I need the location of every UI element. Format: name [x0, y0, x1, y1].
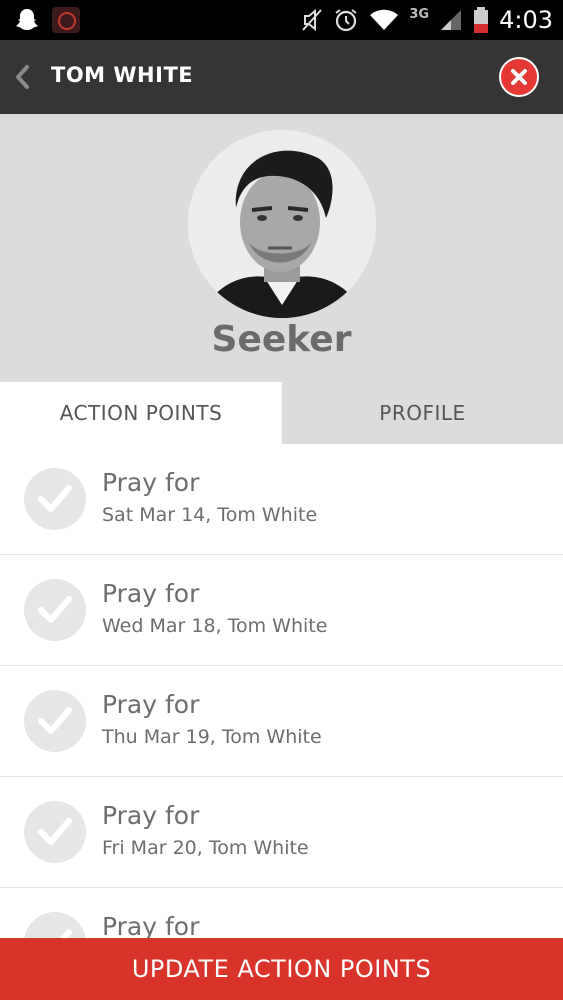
- battery-icon: [474, 7, 489, 33]
- list-item[interactable]: Pray for Sat Mar 14, Tom White: [0, 444, 563, 555]
- item-subtitle: Fri Mar 20, Tom White: [102, 837, 309, 859]
- tab-action-points[interactable]: ACTION POINTS: [0, 382, 282, 444]
- avatar: [188, 130, 376, 318]
- close-button[interactable]: [499, 57, 539, 97]
- tab-profile[interactable]: PROFILE: [282, 382, 563, 444]
- list-item[interactable]: Pray for Wed Mar 18, Tom White: [0, 555, 563, 666]
- chevron-left-icon[interactable]: [12, 64, 32, 90]
- item-title: Pray for: [102, 690, 200, 719]
- app-notification-icon: [52, 7, 80, 33]
- list-item[interactable]: Pray for Fri Mar 20, Tom White: [0, 777, 563, 888]
- check-icon[interactable]: [24, 801, 86, 863]
- check-icon[interactable]: [24, 579, 86, 641]
- network-type-label: 3G: [409, 6, 430, 22]
- item-subtitle: Sat Mar 14, Tom White: [102, 504, 318, 526]
- item-title: Pray for: [102, 468, 200, 497]
- item-subtitle: Thu Mar 19, Tom White: [102, 726, 322, 748]
- check-icon[interactable]: [24, 912, 86, 938]
- app-header: TOM WHITE: [0, 40, 563, 114]
- update-action-points-button[interactable]: UPDATE ACTION POINTS: [0, 938, 563, 1000]
- tab-bar: ACTION POINTS PROFILE: [0, 382, 563, 444]
- check-icon[interactable]: [24, 468, 86, 530]
- list-item[interactable]: Pray for Thu Mar 19, Tom White: [0, 666, 563, 777]
- item-subtitle: Wed Mar 18, Tom White: [102, 615, 328, 637]
- mute-icon: [302, 8, 323, 32]
- item-title: Pray for: [102, 912, 200, 938]
- wifi-icon: [370, 9, 399, 30]
- clock: 4:03: [499, 6, 553, 34]
- check-icon[interactable]: [24, 690, 86, 752]
- profile-header: Seeker: [0, 114, 563, 382]
- status-bar: 3G 4:03: [0, 0, 563, 40]
- snapchat-ghost-icon: [16, 9, 38, 30]
- role-label: Seeker: [211, 319, 352, 360]
- item-title: Pray for: [102, 801, 200, 830]
- alarm-icon: [335, 9, 357, 32]
- action-points-list: Pray for Sat Mar 14, Tom White Pray for …: [0, 444, 563, 938]
- item-title: Pray for: [102, 579, 200, 608]
- close-icon: [511, 69, 527, 85]
- page-title: TOM WHITE: [51, 63, 194, 87]
- list-item[interactable]: Pray for: [0, 888, 563, 938]
- signal-icon: [441, 10, 462, 30]
